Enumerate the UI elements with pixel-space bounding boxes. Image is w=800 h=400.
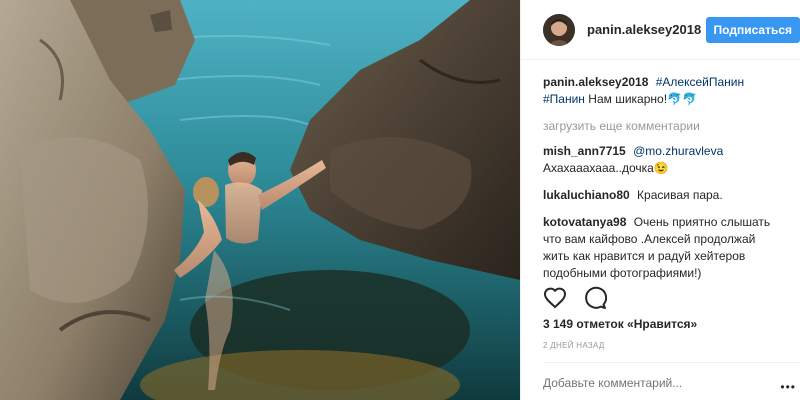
action-bar [543, 286, 608, 310]
mention-link[interactable]: @mo.zhuravleva [633, 144, 723, 158]
divider [543, 362, 800, 363]
post-photo[interactable] [0, 0, 520, 400]
comment-text: Ахахааахааа..дочка😉 [543, 161, 669, 175]
comment-username[interactable]: lukaluchiano80 [543, 188, 630, 202]
follow-button[interactable]: Подписаться [705, 16, 800, 43]
comment-username[interactable]: kotovatanya98 [543, 215, 626, 229]
dolphin-emoji: 🐬🐬 [667, 92, 697, 106]
comment: lukaluchiano80 Красивая пара. [543, 187, 784, 204]
hashtag-link[interactable]: #Панин [543, 92, 585, 106]
header-username[interactable]: panin.aleksey2018 [587, 22, 706, 37]
caption-text: Нам шикарно! [588, 92, 668, 106]
heart-icon[interactable] [543, 286, 567, 310]
more-dots-icon[interactable]: ••• [780, 380, 796, 394]
caption: panin.aleksey2018 #АлексейПанин #Панин Н… [543, 74, 784, 108]
hashtag-link[interactable]: #АлексейПанин [656, 75, 744, 89]
comment-username[interactable]: mish_ann7715 [543, 144, 626, 158]
load-more-comments-link[interactable]: загрузить еще комментарии [543, 118, 784, 135]
caption-username[interactable]: panin.aleksey2018 [543, 75, 648, 89]
add-comment-input[interactable] [543, 376, 783, 390]
avatar[interactable] [543, 13, 575, 46]
comment-bubble-icon[interactable] [583, 286, 608, 310]
comment: mish_ann7715 @mo.zhuravleva Ахахааахааа.… [543, 143, 784, 177]
post-sidebar: panin.aleksey2018 Подписаться panin.alek… [520, 0, 800, 400]
comments-section: panin.aleksey2018 #АлексейПанин #Панин Н… [521, 60, 800, 282]
like-count[interactable]: 3 149 отметок «Нравится» [543, 317, 697, 331]
post-header: panin.aleksey2018 Подписаться [521, 0, 800, 60]
post-timestamp: 2 дней назад [543, 341, 605, 350]
comment-text: Красивая пара. [637, 188, 723, 202]
comment: kotovatanya98 Очень приятно слышать что … [543, 214, 784, 282]
instagram-post: panin.aleksey2018 Подписаться panin.alek… [0, 0, 800, 400]
